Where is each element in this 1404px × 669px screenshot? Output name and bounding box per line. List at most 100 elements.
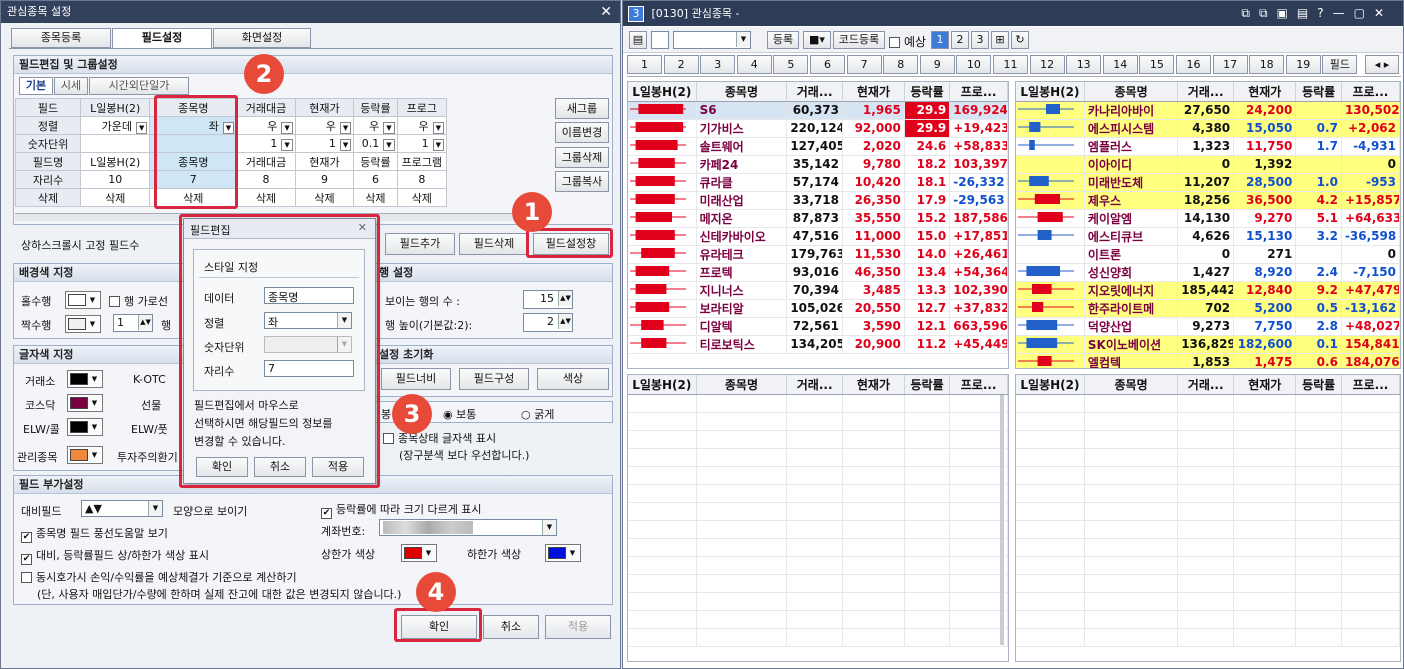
group-copy-button[interactable]: 그룹복사 [555, 171, 609, 192]
field-cell[interactable]: 종목명 [149, 98, 238, 117]
field-cell[interactable]: 10 [80, 170, 151, 189]
tab-11[interactable]: 11 [993, 55, 1028, 74]
tab-10[interactable]: 10 [956, 55, 992, 74]
tab-18[interactable]: 18 [1249, 55, 1285, 74]
field-cell[interactable]: 삭제 [80, 188, 151, 207]
column-header[interactable]: 종목명 [696, 375, 788, 395]
table-row[interactable] [628, 430, 1008, 449]
chevron-down-icon[interactable]: ▼ [383, 139, 395, 151]
radio-bold[interactable]: ○ 굵게 [521, 406, 554, 422]
field-cell[interactable]: 1 ▼ [236, 134, 296, 153]
table-row[interactable] [1016, 430, 1400, 449]
table-row[interactable] [1016, 466, 1400, 485]
table-row[interactable] [628, 610, 1008, 629]
popup-apply-button[interactable]: 적용 [312, 457, 364, 477]
tab-7[interactable]: 7 [846, 55, 882, 74]
tab-14[interactable]: 14 [1102, 55, 1138, 74]
table-row[interactable] [628, 448, 1008, 467]
tab-8[interactable]: 8 [883, 55, 919, 74]
column-header[interactable]: 현재가 [842, 82, 905, 102]
size-by-rate-checkbox[interactable]: ✔ [321, 508, 332, 519]
table-row[interactable]: 메지온 87,873 35,550 15.2 187,586 [628, 209, 1008, 228]
refresh-icon[interactable]: ↻ [1011, 31, 1029, 49]
field-cell[interactable]: 8 [236, 170, 296, 189]
field-cell[interactable]: 9 [294, 170, 355, 189]
table-row[interactable]: 프로텍 93,016 46,350 13.4 +54,364 [628, 263, 1008, 282]
add-field-button[interactable]: 필드추가 [385, 233, 455, 255]
table-row[interactable]: SK이노베이션 136,829 182,600 0.1 154,841 [1016, 335, 1400, 354]
table-row[interactable]: 엘컴텍 1,853 1,475 0.6 184,076 [1016, 353, 1400, 368]
tab-scroll-arrows-icon[interactable]: ◂ ▸ [1365, 55, 1399, 74]
tab-1[interactable]: 1 [627, 55, 662, 74]
kosdaq-color-picker[interactable]: ▼ [67, 394, 103, 412]
column-header[interactable]: 등락률 [904, 375, 951, 395]
view-mode-select[interactable]: ■▾ [803, 31, 831, 49]
column-header[interactable]: 프로... [949, 375, 1008, 395]
tab-field-settings[interactable]: 필드설정 [112, 28, 212, 48]
column-header[interactable]: 현재가 [1233, 82, 1297, 102]
field-cell[interactable]: 삭제 [149, 188, 238, 207]
tab-12[interactable]: 12 [1029, 55, 1065, 74]
apply-button[interactable]: 적용 [545, 615, 611, 639]
close-icon[interactable]: ✕ [358, 221, 367, 234]
table-row[interactable]: 신테카바이오 47,516 11,000 15.0 +17,851 [628, 227, 1008, 246]
table-row[interactable] [1016, 592, 1400, 611]
table-row[interactable]: 유라테크 179,763 11,530 14.0 +26,461 [628, 245, 1008, 264]
popup-align-select[interactable]: 좌 ▼ [264, 312, 352, 329]
table-row[interactable] [1016, 574, 1400, 593]
column-header[interactable]: 등락률 [904, 82, 951, 102]
column-header[interactable]: 현재가 [1233, 375, 1297, 395]
status-color-checkbox[interactable] [383, 433, 394, 444]
column-header[interactable]: 종목명 [1084, 375, 1179, 395]
managed-stock-color-picker[interactable]: ▼ [67, 446, 103, 464]
field-cell[interactable]: 6 [353, 170, 398, 189]
column-header[interactable]: L일봉H(2) [628, 82, 697, 102]
field-cell[interactable]: 우 ▼ [294, 116, 355, 135]
tab-5[interactable]: 5 [773, 55, 809, 74]
table-row[interactable]: 미래산업 33,718 26,350 17.9 -29,563 [628, 191, 1008, 210]
column-header[interactable]: 프로... [1341, 375, 1400, 395]
tab-15[interactable]: 15 [1139, 55, 1175, 74]
radio-normal[interactable]: ◉ 보통 [443, 406, 476, 422]
table-row[interactable] [1016, 394, 1400, 413]
field-cell[interactable]: 현재가 [294, 152, 355, 171]
row-height-stepper[interactable]: 2 ▲▼ [523, 313, 573, 332]
chevron-down-icon[interactable]: ▼ [432, 121, 444, 134]
field-cell[interactable]: 7 [149, 170, 238, 189]
table-row[interactable]: 제우스 18,256 36,500 4.2 +15,857 [1016, 191, 1400, 210]
even-row-color-picker[interactable]: ▼ [65, 315, 101, 333]
tooltip-checkbox[interactable]: ✔ [21, 532, 32, 543]
table-row[interactable]: 이아이디 0 1,392 0 [1016, 155, 1400, 174]
size-by-rate-option[interactable]: ✔ 등락률에 따라 크기 다르게 표시 [321, 501, 482, 519]
chevron-down-icon[interactable]: ▼ [136, 121, 148, 134]
column-header[interactable]: 등락률 [1295, 375, 1342, 395]
chevron-down-icon[interactable]: ▼ [432, 139, 444, 151]
window-controls[interactable]: ⧉⧉▣▤?—▢✕ [1241, 1, 1393, 26]
table-row[interactable] [1016, 538, 1400, 557]
column-header[interactable]: 프로... [949, 82, 1008, 102]
column-header[interactable]: 거래... [786, 375, 843, 395]
popup-cancel-button[interactable]: 취소 [254, 457, 306, 477]
tab-13[interactable]: 13 [1066, 55, 1102, 74]
tab-screen-settings[interactable]: 화면설정 [213, 28, 311, 48]
expect-checkbox[interactable] [889, 37, 900, 48]
field-cell[interactable]: 우 ▼ [396, 116, 448, 135]
scrollbar[interactable] [1000, 395, 1004, 645]
row-line-checkbox[interactable] [109, 296, 120, 307]
popup-data-input[interactable]: 종목명 [264, 287, 354, 304]
field-cell[interactable]: 프로그램 [396, 152, 448, 171]
table-row[interactable]: 카나리아바이 27,650 24,200 130,502 [1016, 101, 1400, 120]
table-row[interactable]: 기가비스 220,124 92,000 29.9 +19,423 [628, 119, 1008, 138]
new-group-button[interactable]: 새그룹 [555, 98, 609, 119]
column-header[interactable]: 거래... [1177, 82, 1235, 102]
status-color-option[interactable]: 종목상태 글자색 표시 [383, 430, 496, 446]
field-cell[interactable]: 1 ▼ [396, 134, 448, 153]
field-cell[interactable]: 삭제 [396, 188, 448, 207]
popup-confirm-button[interactable]: 확인 [196, 457, 248, 477]
chevron-down-icon[interactable]: ▼ [281, 121, 293, 134]
tab-16[interactable]: 16 [1176, 55, 1211, 74]
table-row[interactable]: 덕양산업 9,273 7,750 2.8 +48,027 [1016, 317, 1400, 336]
table-row[interactable]: 에스티큐브 4,626 15,130 3.2 -36,598 [1016, 227, 1400, 246]
register-button[interactable]: 등록 [767, 31, 799, 49]
tab-17[interactable]: 17 [1212, 55, 1248, 74]
